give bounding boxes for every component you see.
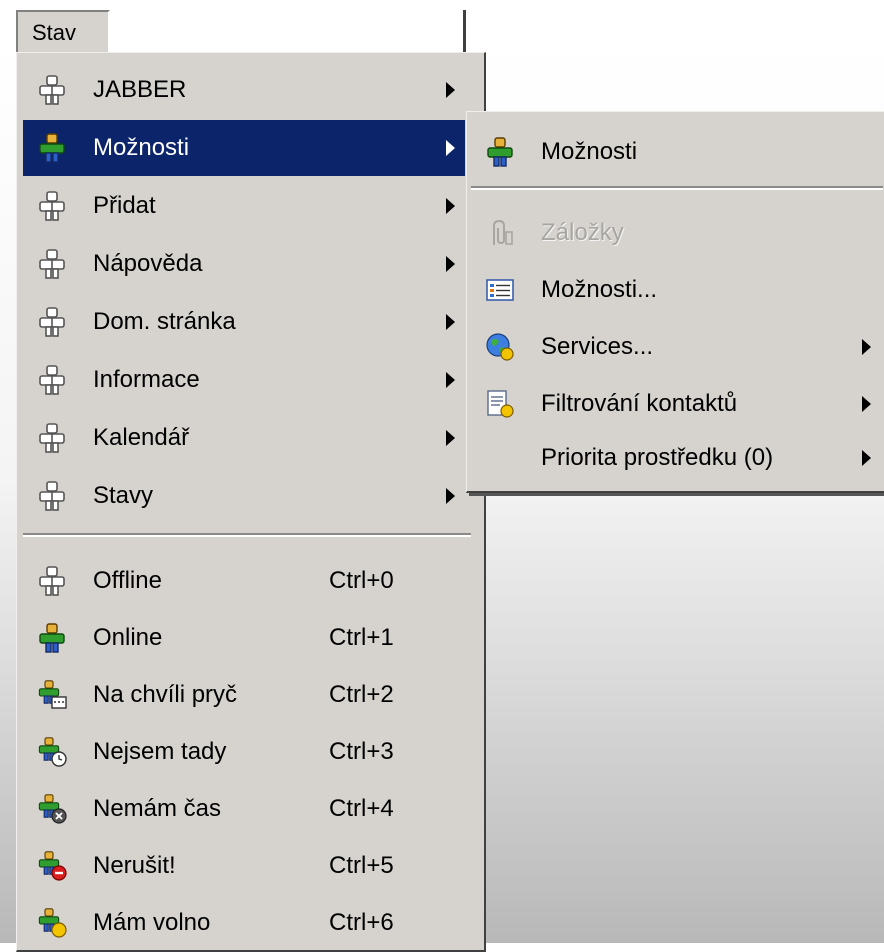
shortcut-label: Ctrl+4: [329, 795, 394, 822]
menu-item-dom-stranka[interactable]: Dom. stránka: [23, 294, 465, 350]
submenu-item-filtrovani[interactable]: Filtrování kontaktů: [471, 376, 881, 432]
person-color-icon: [485, 137, 515, 167]
status-extended-away-icon: [38, 737, 67, 767]
menu-item-informace[interactable]: Informace: [23, 352, 465, 408]
menubar-divider: [463, 10, 466, 52]
status-item-busy[interactable]: Nemám čas Ctrl+4: [23, 781, 465, 837]
status-free-icon: [38, 908, 67, 938]
status-item-label: Nerušit!: [93, 852, 176, 879]
submenu-arrow-icon: [446, 372, 455, 388]
menu-item-moznosti[interactable]: Možnosti: [23, 120, 465, 176]
person-gray-icon: [37, 191, 67, 221]
menu-item-kalendar[interactable]: Kalendář: [23, 410, 465, 466]
status-item-label: Online: [93, 624, 163, 651]
status-item-label: Nejsem tady: [93, 738, 227, 765]
menu-item-stavy[interactable]: Stavy: [23, 468, 465, 524]
submenu-header-moznosti[interactable]: Možnosti: [471, 124, 881, 180]
menu-item-pridat[interactable]: Přidat: [23, 178, 465, 234]
person-gray-icon: [37, 75, 67, 105]
status-dnd-icon: [38, 851, 67, 881]
person-gray-icon: [37, 365, 67, 395]
submenu-item-priorita[interactable]: Priorita prostředku (0): [471, 430, 881, 486]
submenu-item-label: Services...: [541, 333, 654, 360]
submenu-item-label: Filtrování kontaktů: [541, 390, 738, 417]
options-list-icon: [486, 279, 514, 301]
menubar: Stav: [0, 0, 470, 52]
submenu-item-label: Priorita prostředku (0): [541, 444, 774, 471]
menubar-item-stav[interactable]: Stav: [16, 10, 110, 52]
submenu-item-label: Záložky: [541, 219, 624, 246]
status-item-offline[interactable]: Offline Ctrl+0: [23, 553, 465, 609]
person-gray-icon: [37, 481, 67, 511]
shortcut-label: Ctrl+5: [329, 852, 394, 879]
shortcut-label: Ctrl+2: [329, 681, 394, 708]
submenu-item-label: Možnosti...: [541, 276, 658, 303]
status-item-away[interactable]: Na chvíli pryč Ctrl+2: [23, 667, 465, 723]
menu-item-label: Možnosti: [93, 134, 190, 161]
person-gray-icon: [37, 307, 67, 337]
shortcut-label: Ctrl+6: [329, 909, 394, 936]
status-item-online[interactable]: Online Ctrl+1: [23, 610, 465, 666]
submenu-item-label: Možnosti: [541, 138, 638, 165]
globe-services-icon: [486, 333, 514, 361]
filter-document-icon: [487, 390, 514, 418]
main-menu: JABBER Možnosti Přidat Nápověda Dom. str…: [16, 52, 486, 952]
menu-item-label: Dom. stránka: [93, 308, 236, 335]
submenu-arrow-icon: [446, 430, 455, 446]
person-gray-icon: [37, 249, 67, 279]
status-item-dnd[interactable]: Nerušit! Ctrl+5: [23, 838, 465, 894]
submenu-arrow-icon: [446, 256, 455, 272]
status-item-label: Nemám čas: [93, 795, 222, 822]
moznosti-submenu: Možnosti Záložky Možnosti... Services...: [466, 111, 884, 493]
menu-item-label: Přidat: [93, 192, 156, 219]
status-online-icon: [37, 623, 67, 653]
shortcut-label: Ctrl+3: [329, 738, 394, 765]
status-item-label: Mám volno: [93, 909, 211, 936]
menu-item-label: JABBER: [93, 76, 187, 103]
status-away-icon: [38, 680, 67, 709]
menu-item-label: Kalendář: [93, 424, 190, 451]
submenu-arrow-icon: [862, 450, 871, 466]
status-item-label: Offline: [93, 567, 162, 594]
submenu-arrow-icon: [446, 488, 455, 504]
submenu-separator: [471, 186, 883, 190]
menu-item-jabber[interactable]: JABBER: [23, 62, 465, 118]
submenu-arrow-icon: [446, 314, 455, 330]
menu-item-napoveda[interactable]: Nápověda: [23, 236, 465, 292]
submenu-arrow-icon: [862, 339, 871, 355]
submenu-arrow-icon: [446, 198, 455, 214]
shortcut-label: Ctrl+0: [329, 567, 394, 594]
status-busy-icon: [38, 794, 67, 824]
person-color-icon: [37, 133, 67, 163]
menu-item-label: Informace: [93, 366, 200, 393]
submenu-item-services[interactable]: Services...: [471, 319, 881, 375]
submenu-item-moznosti-dialog[interactable]: Možnosti...: [471, 262, 881, 318]
menu-item-label: Nápověda: [93, 250, 203, 277]
status-item-extended-away[interactable]: Nejsem tady Ctrl+3: [23, 724, 465, 780]
submenu-arrow-icon: [446, 82, 455, 98]
submenu-arrow-icon: [446, 140, 455, 156]
status-offline-icon: [37, 566, 67, 596]
shortcut-label: Ctrl+1: [329, 624, 394, 651]
submenu-arrow-icon: [862, 396, 871, 412]
person-gray-icon: [37, 423, 67, 453]
paperclip-icon: [493, 219, 513, 245]
menu-item-label: Stavy: [93, 482, 154, 509]
menu-separator: [23, 533, 471, 537]
status-item-label: Na chvíli pryč: [93, 681, 238, 708]
submenu-item-zalozky[interactable]: Záložky: [471, 205, 881, 261]
